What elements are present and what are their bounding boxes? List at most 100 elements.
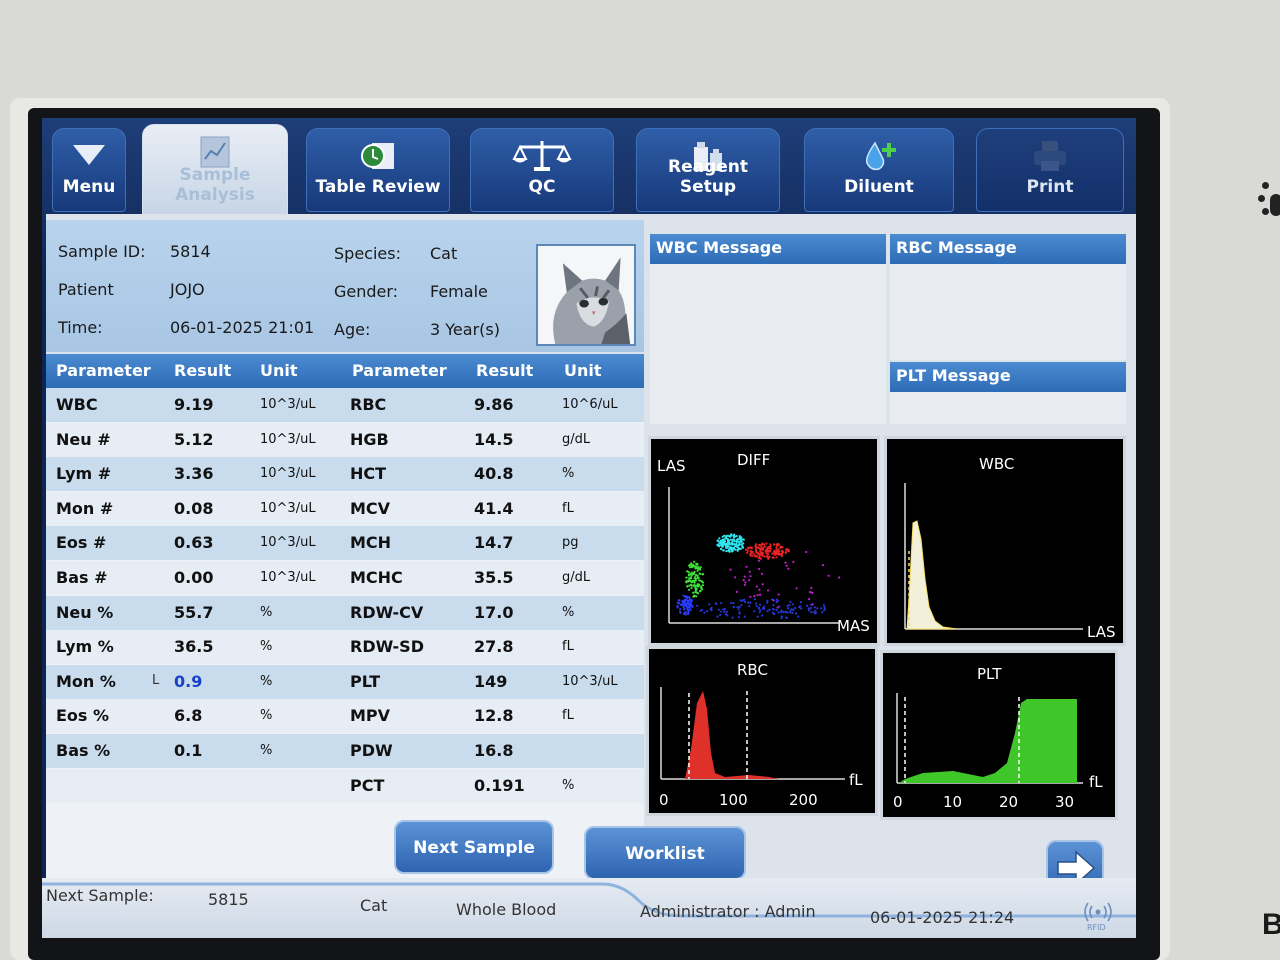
result-value: 149	[474, 671, 508, 691]
diluent-drop-plus-icon	[865, 141, 896, 171]
scatter-dot	[724, 542, 727, 545]
unit-value: fL	[562, 639, 574, 655]
table-review-label: Table Review	[315, 177, 441, 197]
result-value: 0.9	[174, 671, 203, 691]
result-value: 14.5	[474, 429, 514, 449]
tab-table-review[interactable]: Table Review	[306, 128, 450, 212]
plt-tick-30: 30	[1055, 793, 1074, 811]
results-table-header: Parameter Result Unit Parameter Result U…	[46, 354, 644, 388]
tab-sample-analysis[interactable]: Sample Analysis	[142, 124, 288, 220]
scatter-dot	[728, 548, 731, 551]
unit-value: g/dL	[562, 431, 591, 447]
scatter-dot	[688, 564, 691, 567]
scatter-dot	[741, 538, 744, 541]
scatter-dot	[690, 577, 693, 580]
scatter-dot	[699, 568, 702, 571]
parameter-name: Neu #	[56, 429, 111, 449]
unit-value: g/dL	[562, 570, 591, 585]
scatter-dot	[737, 547, 741, 550]
scatter-dot	[754, 548, 757, 551]
parameter-name: WBC	[56, 395, 98, 414]
scatter-dot	[687, 609, 690, 612]
scatter-dot	[792, 560, 795, 564]
scatter-dot	[740, 604, 743, 607]
plt-hist-unit: fL	[1089, 773, 1103, 791]
parameter-name: Bas #	[56, 568, 108, 587]
scatter-dot	[725, 550, 728, 553]
parameter-name: Mon %	[56, 671, 116, 691]
sample-id-value: 5814	[170, 242, 211, 261]
scatter-dot	[693, 594, 696, 597]
scatter-dot	[740, 536, 743, 539]
tab-diluent[interactable]: Diluent	[804, 128, 954, 212]
scatter-dot	[762, 552, 765, 555]
scatter-dot	[785, 616, 788, 619]
header-unit-left: Unit	[260, 361, 298, 380]
scatter-dot	[780, 615, 783, 618]
scatter-dot	[799, 605, 802, 608]
scatter-dot	[755, 605, 758, 608]
parameter-name: Lym %	[56, 637, 114, 657]
sample-analysis-panel: Sample ID: 5814 Patient JOJO Time: 06-01…	[46, 214, 1136, 938]
scatter-dot	[761, 583, 764, 586]
scatter-dot	[827, 574, 830, 577]
result-value: 0.00	[174, 568, 214, 587]
next-sample-label: Next Sample:	[46, 886, 154, 905]
worklist-button[interactable]: Worklist	[584, 826, 746, 880]
scatter-dot	[744, 548, 748, 551]
unit-value: %	[562, 466, 575, 482]
next-sample-button[interactable]: Next Sample	[394, 820, 554, 874]
scatter-dot	[721, 545, 724, 548]
scatter-dot	[754, 602, 758, 605]
scatter-dot	[759, 593, 762, 596]
results-table: Parameter Result Unit Parameter Result U…	[46, 354, 644, 938]
tab-qc[interactable]: QC	[470, 128, 614, 212]
scatter-dot	[686, 599, 689, 602]
rbc-tick-100: 100	[719, 791, 748, 809]
unit-value: 10^3/uL	[260, 500, 316, 516]
scatter-dot	[693, 579, 696, 583]
scatter-dot	[777, 593, 780, 596]
plt-histogram: PLT fL 0 10 20 30	[880, 650, 1118, 820]
tab-print[interactable]: Print	[976, 128, 1124, 212]
scatter-dot	[821, 564, 824, 567]
tab-reagent-setup[interactable]: Reagent Setup	[636, 128, 780, 212]
sample-analysis-label: Sample Analysis	[175, 165, 255, 205]
scatter-dot	[739, 599, 742, 602]
result-value: 14.7	[474, 533, 514, 553]
scatter-dot	[741, 544, 744, 547]
result-value: 0.1	[174, 741, 203, 760]
scatter-dot	[758, 553, 762, 556]
scatter-dot	[718, 537, 721, 540]
menu-button[interactable]: Menu	[52, 128, 126, 212]
next-sample-id: 5815	[208, 890, 249, 909]
result-value: 3.36	[174, 464, 214, 484]
table-row: Bas # 0.00 10^3/uL MCHC 35.5 g/dL	[46, 561, 644, 595]
table-review-icon	[361, 143, 394, 169]
scatter-dot	[773, 543, 776, 546]
scatter-dot	[748, 605, 751, 608]
scatter-dot	[692, 591, 695, 594]
scatter-dot	[759, 557, 762, 560]
scatter-dot	[719, 540, 723, 543]
scatter-dot	[756, 615, 759, 618]
gender-value: Female	[430, 282, 488, 301]
scatter-dot	[698, 579, 701, 582]
parameter-name: Neu %	[56, 602, 114, 622]
plt-tick-0: 0	[893, 793, 903, 811]
scatter-dot	[678, 599, 681, 602]
scatter-dot	[721, 535, 724, 538]
scatter-dot	[777, 599, 780, 602]
table-row: Mon % 0.9% L PLT 149 10^3/uL	[46, 664, 644, 699]
rfid-icon: RFID	[1082, 900, 1114, 932]
status-bar: Next Sample: 5815 Cat Whole Blood Admini…	[42, 878, 1136, 938]
result-value: 27.8	[474, 637, 514, 657]
scatter-dot	[757, 557, 761, 560]
scatter-dot	[774, 552, 777, 555]
unit-value: 10^3/uL	[260, 397, 316, 412]
unit-value: %	[562, 604, 575, 620]
rbc-message-panel: RBC Message	[890, 234, 1126, 360]
scatter-dot	[730, 546, 733, 549]
scatter-dot	[760, 572, 764, 575]
parameter-name: RDW-SD	[350, 637, 424, 657]
